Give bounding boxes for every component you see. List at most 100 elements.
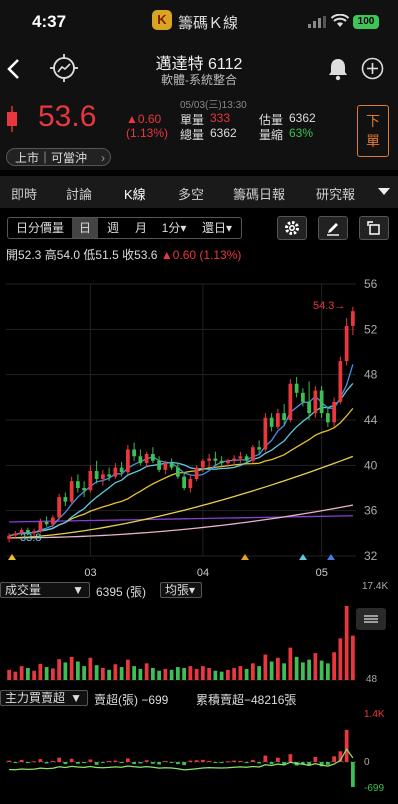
volume-bar bbox=[107, 669, 111, 680]
period-month[interactable]: 月 bbox=[128, 218, 154, 238]
candle-body bbox=[207, 458, 211, 461]
kline-chart[interactable]: 56 52 48 44 40 36 32 03 04 05 54.3→ 33.8 bbox=[0, 262, 398, 804]
period-week[interactable]: 週 bbox=[100, 218, 126, 238]
volume-bar bbox=[182, 667, 186, 680]
main-force-bar bbox=[169, 762, 174, 763]
volume-bar bbox=[251, 663, 255, 680]
volume-bar bbox=[326, 663, 330, 680]
tab-kline[interactable]: K線 bbox=[124, 184, 146, 203]
volume-bar bbox=[119, 667, 124, 680]
volume-bar bbox=[7, 669, 11, 680]
main-force-bar bbox=[151, 762, 155, 764]
volume-bar bbox=[201, 666, 205, 680]
event-marker-3[interactable] bbox=[299, 554, 307, 560]
total-volume-value: 6362 bbox=[210, 126, 237, 140]
main-force-bar bbox=[13, 762, 18, 763]
volume-selector[interactable]: 成交量 ▼ bbox=[0, 582, 90, 598]
event-marker-1[interactable] bbox=[8, 554, 16, 560]
main-force-bar bbox=[132, 762, 136, 765]
add-icon[interactable] bbox=[361, 57, 384, 80]
tab-realtime[interactable]: 即時 bbox=[11, 184, 37, 203]
status-bar: 4:37 K 籌碼Ｋ線 100 bbox=[0, 0, 398, 44]
order-button[interactable]: 下 單 bbox=[357, 105, 389, 157]
period-intraday[interactable]: 日分價量 bbox=[8, 218, 72, 238]
candle-body bbox=[13, 533, 18, 536]
candle-body bbox=[307, 401, 311, 414]
period-minute[interactable]: 1分▾ bbox=[156, 218, 192, 238]
volume-bar bbox=[213, 670, 218, 680]
draw-button[interactable] bbox=[318, 216, 348, 240]
tab-bar: 即時 討論 K線 多空 籌碼日報 研究報 bbox=[0, 176, 398, 209]
tab-discussion[interactable]: 討論 bbox=[66, 184, 92, 203]
price-change: ▲0.60 bbox=[126, 112, 162, 126]
month-label: 04 bbox=[197, 567, 209, 579]
volume-bar bbox=[138, 668, 143, 680]
main-force-bar bbox=[69, 758, 74, 762]
main-force-bar bbox=[332, 756, 336, 762]
main-force-bar bbox=[57, 757, 61, 762]
main-force-selector[interactable]: 主力買賣超 ▼ bbox=[0, 690, 88, 706]
settings-button[interactable] bbox=[277, 216, 307, 240]
main-force-bar bbox=[63, 762, 68, 765]
volume-value: 6395 (張) bbox=[96, 585, 147, 599]
volume-bar bbox=[13, 671, 18, 680]
candle-body bbox=[201, 460, 205, 468]
candle-body bbox=[44, 522, 49, 525]
volume-bar bbox=[88, 657, 93, 680]
market-status-button[interactable]: 上市｜可當沖 › bbox=[6, 148, 111, 166]
main-force-bar bbox=[176, 762, 180, 765]
main-force-bar bbox=[7, 760, 11, 762]
candle-body bbox=[219, 460, 224, 464]
avg-volume-button[interactable]: 均張▾ bbox=[160, 582, 202, 598]
volume-bar bbox=[44, 667, 49, 680]
tab-more-icon[interactable] bbox=[378, 188, 390, 196]
bell-icon[interactable] bbox=[327, 57, 349, 81]
total-volume-label: 總量 bbox=[180, 128, 205, 142]
price-tick-label: 36 bbox=[364, 504, 378, 518]
main-force-bar bbox=[244, 762, 249, 764]
main-force-bar bbox=[269, 762, 274, 765]
event-marker-4[interactable] bbox=[327, 554, 335, 560]
date-axis: 03 04 05 bbox=[84, 567, 328, 579]
candle-body bbox=[113, 467, 118, 477]
tab-research[interactable]: 研究報 bbox=[316, 184, 366, 203]
period-day[interactable]: 日 bbox=[72, 218, 98, 238]
volume-bar bbox=[69, 656, 74, 680]
volume-bar bbox=[113, 664, 118, 680]
main-force-bar bbox=[19, 759, 24, 762]
tab-chip-daily[interactable]: 籌碼日報 bbox=[233, 184, 285, 203]
main-force-bar bbox=[232, 760, 236, 762]
order-button-label-1: 下 bbox=[366, 113, 380, 129]
volume-bar bbox=[82, 666, 86, 680]
main-force-bar bbox=[44, 762, 49, 764]
main-force-bar bbox=[182, 762, 186, 766]
main-force-bar bbox=[219, 762, 224, 763]
main-force-bar bbox=[119, 762, 124, 764]
event-marker-2[interactable] bbox=[241, 554, 249, 560]
volume-bar bbox=[157, 670, 161, 680]
candle-body bbox=[7, 535, 11, 539]
volume-bar bbox=[338, 638, 343, 680]
volume-axis-bottom: 48 bbox=[366, 674, 378, 685]
tab-long-short[interactable]: 多空 bbox=[178, 184, 204, 203]
volume-bar bbox=[63, 662, 68, 680]
volume-bar bbox=[169, 669, 174, 680]
change-value: ▲0.60 (1.13%) bbox=[160, 248, 242, 262]
volume-bar bbox=[163, 668, 168, 680]
main-force-selector-label: 主力買賣超 bbox=[5, 691, 66, 705]
restore-adjust[interactable]: 還日▾ bbox=[194, 218, 240, 238]
volume-bar bbox=[276, 657, 280, 680]
main-force-bar bbox=[88, 759, 93, 762]
candle-body bbox=[76, 481, 80, 488]
panel-resize-handle[interactable] bbox=[356, 608, 386, 630]
candle-body bbox=[232, 458, 236, 461]
volume-bar bbox=[238, 666, 243, 680]
quote-datetime: 05/03(三)13:30 bbox=[180, 100, 247, 111]
ohlc-readout: 開52.3 高54.0 低51.5 收53.6 ▲0.60 (1.13%) bbox=[6, 246, 241, 263]
candle-body bbox=[269, 417, 274, 427]
volume-bar bbox=[57, 659, 61, 680]
open-value: 開52.3 bbox=[6, 248, 42, 262]
rotate-button[interactable] bbox=[359, 216, 389, 240]
candle-body bbox=[344, 325, 349, 362]
candle-body bbox=[313, 390, 318, 414]
